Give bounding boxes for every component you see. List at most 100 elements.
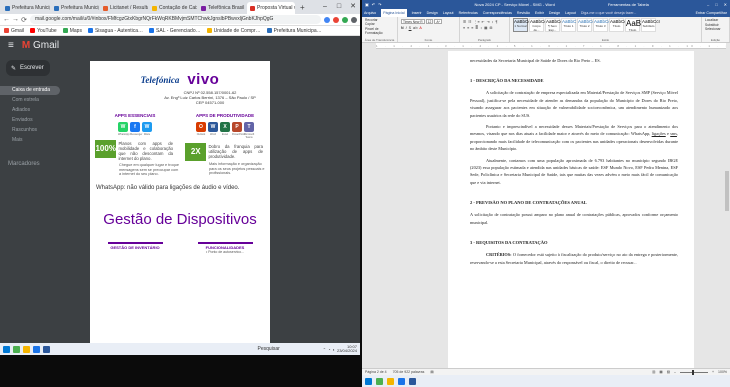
ribbon-tab[interactable]: Inserir	[412, 11, 422, 15]
gmail-nav-item[interactable]: Enviados	[0, 116, 60, 125]
minimize-icon[interactable]: –	[707, 2, 709, 7]
vertical-scrollbar[interactable]	[724, 51, 730, 375]
taskbar-app-icon[interactable]	[376, 377, 383, 385]
ribbon-tab[interactable]: Layout	[565, 11, 576, 15]
file-explorer-icon[interactable]	[23, 345, 30, 353]
font-color-icon[interactable]: A	[419, 26, 422, 30]
style-option[interactable]: AaBbCcI Título 3	[593, 18, 612, 32]
gmail-nav-item[interactable]: Rascunhos	[0, 126, 60, 135]
clock[interactable]: 10:07 23/04/2024	[337, 344, 357, 354]
zoom-level[interactable]: 100%	[718, 370, 727, 374]
font-name-select[interactable]: Times New R	[401, 19, 425, 24]
maximize-icon[interactable]: □	[715, 2, 717, 7]
scroll-thumb[interactable]	[725, 171, 729, 211]
word-icon[interactable]	[43, 345, 50, 353]
grow-font-icon[interactable]: A^	[434, 19, 443, 24]
browser-tab[interactable]: Contação de Caixa✕	[149, 2, 197, 14]
bookmark-item[interactable]: Maps	[62, 28, 82, 34]
share-button[interactable]: Entrar Compartilhar	[696, 11, 730, 15]
windows-start-icon[interactable]	[3, 345, 10, 353]
redo-icon[interactable]: ↷	[378, 2, 381, 7]
undo-icon[interactable]: ↶	[372, 2, 375, 7]
taskbar-search[interactable]: Pesquisar	[258, 346, 280, 352]
style-option[interactable]: AaBbCcI ¶ Sem Esp...	[545, 18, 564, 32]
browser-tab[interactable]: Prefeitura Municipal ·✕	[2, 2, 50, 14]
italic-button[interactable]: I	[406, 26, 408, 30]
print-layout-icon[interactable]: ▦	[659, 370, 662, 374]
align-icons[interactable]: ≡ ≡ ≡ ≣ ↕ ▦ ⊞	[463, 26, 506, 30]
proofing-icon[interactable]: ▤	[430, 370, 433, 374]
minimize-icon[interactable]: –	[318, 0, 332, 14]
tell-me-input[interactable]: Diga-me o que você deseja fazer...	[581, 11, 637, 15]
style-option[interactable]: AaBbCcI Corpo de...	[529, 18, 548, 32]
extension-icon[interactable]	[333, 16, 339, 23]
wifi-icon[interactable]: ◔	[328, 347, 330, 352]
web-layout-icon[interactable]: ▧	[667, 370, 670, 374]
font-size-select[interactable]: 12	[425, 19, 434, 24]
style-option[interactable]: AaBbCcI Título	[609, 18, 628, 32]
profile-avatar-icon[interactable]	[351, 16, 357, 23]
ribbon-tab[interactable]: Página Inicial	[381, 9, 407, 17]
extension-icon[interactable]	[324, 16, 330, 23]
style-option[interactable]: AaBbC Título 1	[561, 18, 576, 32]
style-option[interactable]: AaBbCcI Subtítulo	[641, 18, 660, 32]
ribbon-tab[interactable]: Layout	[443, 11, 454, 15]
back-icon[interactable]: ←	[3, 16, 10, 23]
ribbon-tab[interactable]: Correspondências	[483, 11, 512, 15]
style-option[interactable]: AaBbCcI Título 2	[577, 18, 596, 32]
forward-icon[interactable]: →	[12, 16, 19, 23]
bookmark-item[interactable]: Gmail	[4, 28, 24, 34]
zoom-slider[interactable]	[680, 369, 708, 375]
style-option[interactable]: AaBbCcI 1 Normal	[513, 18, 532, 32]
ribbon-tab[interactable]: Arquivo	[364, 11, 376, 15]
bookmark-item[interactable]: Unidade de Compr…	[206, 28, 261, 34]
new-tab-button[interactable]: +	[296, 2, 309, 14]
ribbon-tab[interactable]: Referências	[459, 11, 478, 15]
url-input[interactable]: mail.google.com/mail/u/0/#inbox/FMfcgzGt…	[30, 15, 321, 24]
volume-icon[interactable]: ◖	[333, 347, 335, 352]
format-painter-button[interactable]: Pincel de Formatação	[365, 27, 394, 36]
ruler[interactable]: 1 · 1 · 2 · 1 · 3 · 1 · 4 · 1 · 5 · 1 · …	[376, 43, 726, 49]
file-explorer-icon[interactable]	[387, 377, 394, 385]
chevron-up-icon[interactable]: ⌃	[323, 347, 326, 352]
word-icon[interactable]	[409, 377, 416, 385]
read-mode-icon[interactable]: ▥	[652, 370, 655, 374]
browser-tab[interactable]: Licitanet / Resultado✕	[100, 2, 148, 14]
gmail-nav-item[interactable]: Caixa de entrada	[0, 86, 60, 95]
gmail-nav-item[interactable]: Adiados	[0, 106, 60, 115]
browser-tab[interactable]: Proposta Virtual vivo ·✕	[247, 2, 295, 14]
bold-button[interactable]: N	[401, 26, 404, 30]
gmail-nav-item[interactable]: Mais	[0, 136, 60, 145]
taskbar-app-icon[interactable]	[13, 345, 20, 353]
browser-tab[interactable]: Telefônica Brasil S.A.✕	[198, 2, 246, 14]
chrome-icon[interactable]	[398, 377, 405, 385]
ribbon-tab[interactable]: Design	[549, 11, 560, 15]
highlight-icon[interactable]: ab	[413, 26, 418, 30]
zoom-in-icon[interactable]: +	[712, 370, 714, 374]
bookmark-item[interactable]: YouTube	[30, 28, 57, 34]
reload-icon[interactable]: ⟳	[21, 16, 27, 24]
compose-button[interactable]: ✎ Escrever	[6, 60, 50, 76]
underline-button[interactable]: S	[409, 26, 412, 30]
extension-icon[interactable]	[342, 16, 348, 23]
style-option[interactable]: AaB Título	[625, 18, 641, 32]
bullets-icon[interactable]: ☰ ☷ ⋮≡ ⇤ ⇥ ↕ ¶	[463, 20, 506, 24]
select-button[interactable]: Selecionar	[705, 27, 726, 32]
word-count[interactable]: 705 de 922 palavras	[393, 370, 425, 374]
maximize-icon[interactable]: □	[332, 0, 346, 14]
chrome-icon[interactable]	[33, 345, 40, 353]
close-icon[interactable]: ✕	[346, 0, 360, 14]
bookmark-item[interactable]: SAL - Gerenciado…	[149, 28, 201, 34]
ribbon-tab[interactable]: Exibir	[535, 11, 544, 15]
windows-start-icon[interactable]	[365, 377, 372, 385]
bookmark-item[interactable]: Sisagua - Autentica…	[87, 28, 143, 34]
close-icon[interactable]: ✕	[724, 2, 727, 7]
zoom-out-icon[interactable]: –	[674, 370, 676, 374]
ribbon-tab[interactable]: Design	[427, 11, 438, 15]
hamburger-menu-icon[interactable]: ≡	[8, 40, 14, 51]
gmail-nav-item[interactable]: Com estrela	[0, 96, 60, 105]
browser-tab[interactable]: Prefeitura Municipal ·✕	[51, 2, 99, 14]
document-page[interactable]: necessidades da Secretaria Municipal de …	[448, 51, 694, 375]
gmail-logo[interactable]: M Gmail	[22, 40, 59, 51]
page-count[interactable]: Página 2 de 4	[365, 370, 387, 374]
